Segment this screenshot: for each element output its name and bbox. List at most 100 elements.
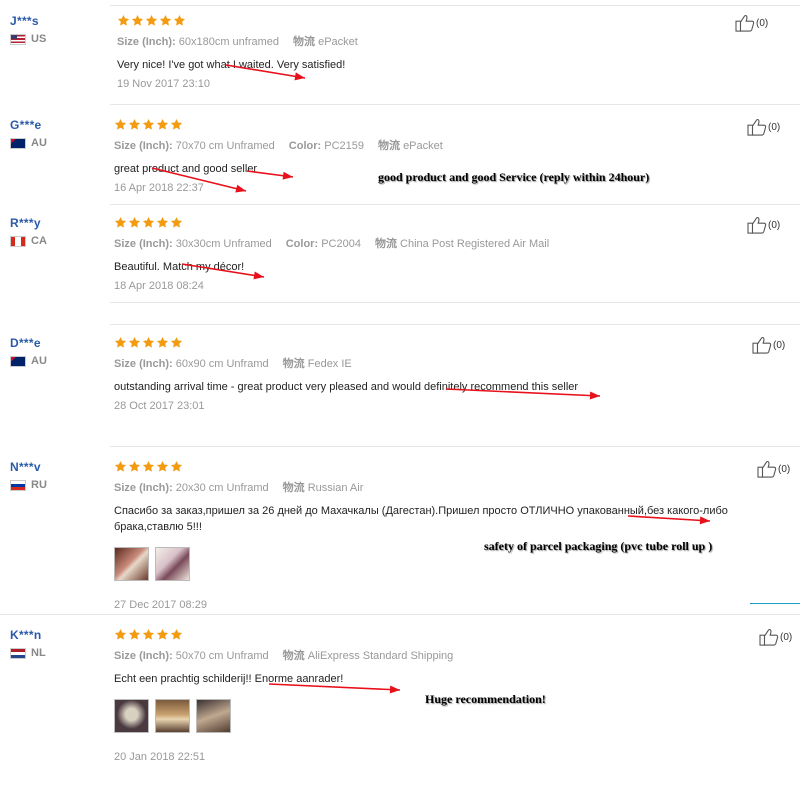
buyer-country: AU — [10, 355, 100, 367]
buyer-country: RU — [10, 479, 100, 491]
star-icon — [156, 628, 169, 640]
annotation-callout: safety of parcel packaging (pvc tube rol… — [484, 539, 713, 553]
star-icon — [128, 118, 141, 130]
order-info-label: Size (Inch): — [114, 482, 173, 494]
star-rating — [114, 216, 549, 230]
order-info-label: Size (Inch): — [114, 140, 173, 152]
country-code: CA — [31, 235, 47, 247]
order-info-value: 60x180cm unframed — [178, 36, 280, 48]
star-rating — [114, 460, 754, 474]
helpful-count: (0) — [773, 339, 786, 351]
star-icon — [142, 118, 155, 130]
buyer-info: N***v RU — [10, 460, 100, 491]
review-photo-thumbnail[interactable] — [114, 699, 149, 733]
review-photo-thumbnail[interactable] — [196, 699, 231, 733]
star-icon — [145, 14, 158, 26]
review-text: outstanding arrival time - great product… — [114, 381, 579, 393]
order-info-label: 物流 — [282, 358, 305, 370]
order-info: Size (Inch): 60x90 cm Unframd 物流 Fedex IE — [114, 355, 578, 371]
review-photo-thumbnail[interactable] — [155, 699, 190, 733]
buyer-name[interactable]: R***y — [10, 216, 100, 230]
review-text: Very nice! I've got what I waited. Very … — [117, 59, 346, 71]
order-info-value: Russian Air — [307, 482, 364, 494]
order-info-value: 30x30cm Unframed — [175, 238, 272, 250]
order-info-label: 物流 — [282, 482, 305, 494]
star-icon — [142, 628, 155, 640]
buyer-info: J***s US — [10, 14, 100, 45]
order-info: Size (Inch): 30x30cm Unframed Color: PC20… — [114, 235, 549, 251]
review-divider — [110, 5, 800, 6]
star-icon — [131, 14, 144, 26]
review-photo-thumbnail[interactable] — [114, 547, 149, 581]
thumbs-up-icon — [752, 336, 772, 354]
order-info-value: ePacket — [403, 140, 443, 152]
review-divider — [110, 302, 800, 303]
country-code: US — [31, 33, 47, 45]
helpful-count: (0) — [780, 631, 793, 643]
helpful-button[interactable]: (0) — [747, 216, 780, 234]
star-icon — [128, 216, 141, 228]
star-icon — [128, 628, 141, 640]
buyer-name[interactable]: K***n — [10, 628, 100, 642]
buyer-name[interactable]: G***e — [10, 118, 100, 132]
star-icon — [156, 336, 169, 348]
order-info-label: Color: — [285, 238, 319, 250]
thumbs-up-icon — [759, 628, 779, 646]
review-photo-thumbnail[interactable] — [155, 547, 190, 581]
star-rating — [117, 14, 358, 28]
country-code: AU — [31, 137, 47, 149]
helpful-button[interactable]: (0) — [759, 628, 792, 646]
review-content: Size (Inch): 20x30 cm Unframd 物流 Russian … — [114, 460, 754, 611]
star-icon — [117, 14, 130, 26]
review-text: Beautiful. Match my décor! — [114, 261, 245, 273]
star-rating — [114, 336, 578, 350]
helpful-button[interactable]: (0) — [747, 118, 780, 136]
helpful-count: (0) — [778, 463, 791, 475]
star-icon — [173, 14, 186, 26]
review-date: 19 Nov 2017 23:10 — [117, 78, 210, 90]
buyer-info: G***e AU — [10, 118, 100, 149]
review-divider — [110, 324, 800, 325]
star-rating — [114, 118, 443, 132]
order-info-value: PC2159 — [324, 140, 364, 152]
order-info-value: ePacket — [318, 36, 358, 48]
order-info-value: Fedex IE — [307, 358, 352, 370]
helpful-button[interactable]: (0) — [757, 460, 790, 478]
star-icon — [159, 14, 172, 26]
star-rating — [114, 628, 453, 642]
order-info-value: China Post Registered Air Mail — [400, 238, 550, 250]
order-info-label: 物流 — [293, 36, 316, 48]
star-icon — [170, 216, 183, 228]
buyer-name[interactable]: J***s — [10, 14, 100, 28]
annotation-callout: Huge recommendation! — [425, 692, 546, 706]
order-info: Size (Inch): 60x180cm unframed 物流 ePacket — [117, 33, 358, 49]
thumbs-up-icon — [757, 460, 777, 478]
review-divider — [110, 446, 800, 447]
star-icon — [156, 216, 169, 228]
order-info: Size (Inch): 20x30 cm Unframd 物流 Russian … — [114, 479, 754, 495]
country-code: RU — [31, 479, 47, 491]
helpful-count: (0) — [768, 219, 781, 231]
helpful-count: (0) — [756, 17, 769, 29]
buyer-info: D***e AU — [10, 336, 100, 367]
review-divider — [0, 614, 800, 615]
review-date: 28 Oct 2017 23:01 — [114, 400, 205, 412]
review-text: Echt een prachtig schilderij!! Enorme aa… — [114, 673, 344, 685]
review-photos — [114, 699, 453, 733]
buyer-name[interactable]: D***e — [10, 336, 100, 350]
helpful-button[interactable]: (0) — [752, 336, 785, 354]
star-icon — [170, 460, 183, 472]
order-info-value: 70x70 cm Unframed — [175, 140, 275, 152]
star-icon — [114, 118, 127, 130]
order-info-value: 20x30 cm Unframd — [175, 482, 269, 494]
helpful-button[interactable]: (0) — [735, 14, 768, 32]
star-icon — [142, 216, 155, 228]
country-flag-icon — [10, 137, 26, 149]
star-icon — [128, 460, 141, 472]
review-date: 27 Dec 2017 08:29 — [114, 599, 207, 611]
buyer-info: K***n NL — [10, 628, 100, 659]
review-content: Size (Inch): 50x70 cm Unframd 物流 AliExpre… — [114, 628, 453, 763]
buyer-name[interactable]: N***v — [10, 460, 100, 474]
star-icon — [170, 336, 183, 348]
order-info-label: Color: — [288, 140, 322, 152]
